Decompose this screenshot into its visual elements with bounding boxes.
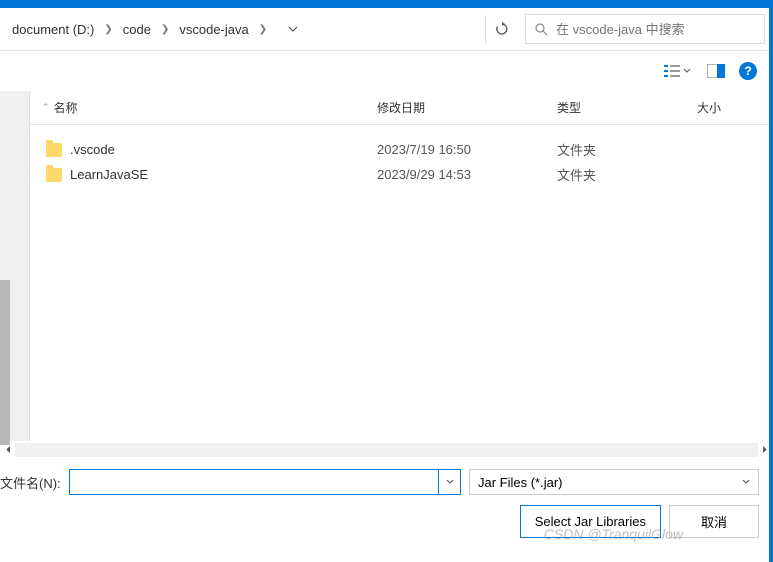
list-item[interactable]: .vscode 2023/7/19 16:50 文件夹	[30, 137, 773, 162]
breadcrumb-item-code[interactable]: code	[119, 20, 155, 39]
list-item[interactable]: LearnJavaSE 2023/9/29 14:53 文件夹	[30, 162, 773, 187]
file-date: 2023/9/29 14:53	[365, 167, 545, 182]
nav-bar: document (D:) ❯ code ❯ vscode-java ❯	[0, 8, 773, 51]
file-name-row: 文件名(N): Jar Files (*.jar)	[0, 469, 759, 495]
column-header-date[interactable]: 修改日期	[365, 99, 545, 116]
breadcrumb-item-vscode-java[interactable]: vscode-java	[175, 20, 252, 39]
file-name: LearnJavaSE	[70, 167, 148, 182]
file-name-cell: .vscode	[30, 142, 365, 157]
scroll-left-icon[interactable]: ⏴	[6, 445, 11, 456]
folder-icon	[46, 143, 62, 157]
footer: 文件名(N): Jar Files (*.jar) Select Jar Lib…	[0, 459, 773, 550]
search-box[interactable]	[525, 14, 765, 44]
breadcrumb: document (D:) ❯ code ❯ vscode-java ❯	[8, 17, 477, 41]
file-name: .vscode	[70, 142, 115, 157]
chevron-right-icon[interactable]: ❯	[159, 24, 171, 35]
file-type: 文件夹	[545, 140, 685, 159]
scroll-right-icon[interactable]: ⏵	[762, 445, 767, 456]
title-bar	[0, 0, 773, 8]
file-name-input[interactable]	[70, 475, 438, 490]
refresh-button[interactable]	[485, 15, 517, 43]
file-name-cell: LearnJavaSE	[30, 167, 365, 182]
column-header-size[interactable]: 大小	[685, 99, 765, 116]
chevron-down-icon	[742, 478, 750, 486]
scroll-track[interactable]	[15, 443, 758, 457]
column-header-name[interactable]: ⌃ 名称	[30, 99, 365, 116]
sort-caret-icon: ⌃	[42, 102, 50, 113]
file-type-filter[interactable]: Jar Files (*.jar)	[469, 469, 759, 495]
column-header-type[interactable]: 类型	[545, 99, 685, 116]
chevron-right-icon[interactable]: ❯	[102, 24, 114, 35]
column-label: 名称	[54, 99, 78, 116]
folder-icon	[46, 168, 62, 182]
select-button[interactable]: Select Jar Libraries	[520, 505, 661, 538]
file-name-dropdown-button[interactable]	[438, 470, 460, 494]
file-area: ⌃ 名称 修改日期 类型 大小 .vscode 2023/7/19 16:50 …	[30, 91, 773, 441]
preview-pane-button[interactable]	[705, 59, 727, 83]
column-headers: ⌃ 名称 修改日期 类型 大小	[30, 91, 773, 125]
dialog-buttons: Select Jar Libraries 取消	[0, 505, 759, 538]
sidebar-scroll-region	[0, 280, 10, 445]
toolbar: ?	[0, 51, 773, 91]
horizontal-scrollbar[interactable]: ⏴ ⏵	[0, 441, 773, 459]
file-list: .vscode 2023/7/19 16:50 文件夹 LearnJavaSE …	[30, 125, 773, 199]
cancel-button[interactable]: 取消	[669, 505, 759, 538]
filter-label: Jar Files (*.jar)	[478, 475, 563, 490]
help-button[interactable]: ?	[739, 62, 757, 80]
view-options-button[interactable]	[661, 59, 693, 83]
file-name-label: 文件名(N):	[0, 473, 61, 492]
window-border	[769, 8, 773, 562]
search-icon	[534, 22, 548, 36]
file-type: 文件夹	[545, 165, 685, 184]
search-input[interactable]	[556, 22, 756, 37]
file-name-input-wrapper	[69, 469, 461, 495]
main-content: ⌃ 名称 修改日期 类型 大小 .vscode 2023/7/19 16:50 …	[0, 91, 773, 441]
chevron-right-icon[interactable]: ❯	[257, 24, 269, 35]
breadcrumb-item-root[interactable]: document (D:)	[8, 20, 98, 39]
file-date: 2023/7/19 16:50	[365, 142, 545, 157]
breadcrumb-dropdown-button[interactable]	[273, 17, 313, 41]
